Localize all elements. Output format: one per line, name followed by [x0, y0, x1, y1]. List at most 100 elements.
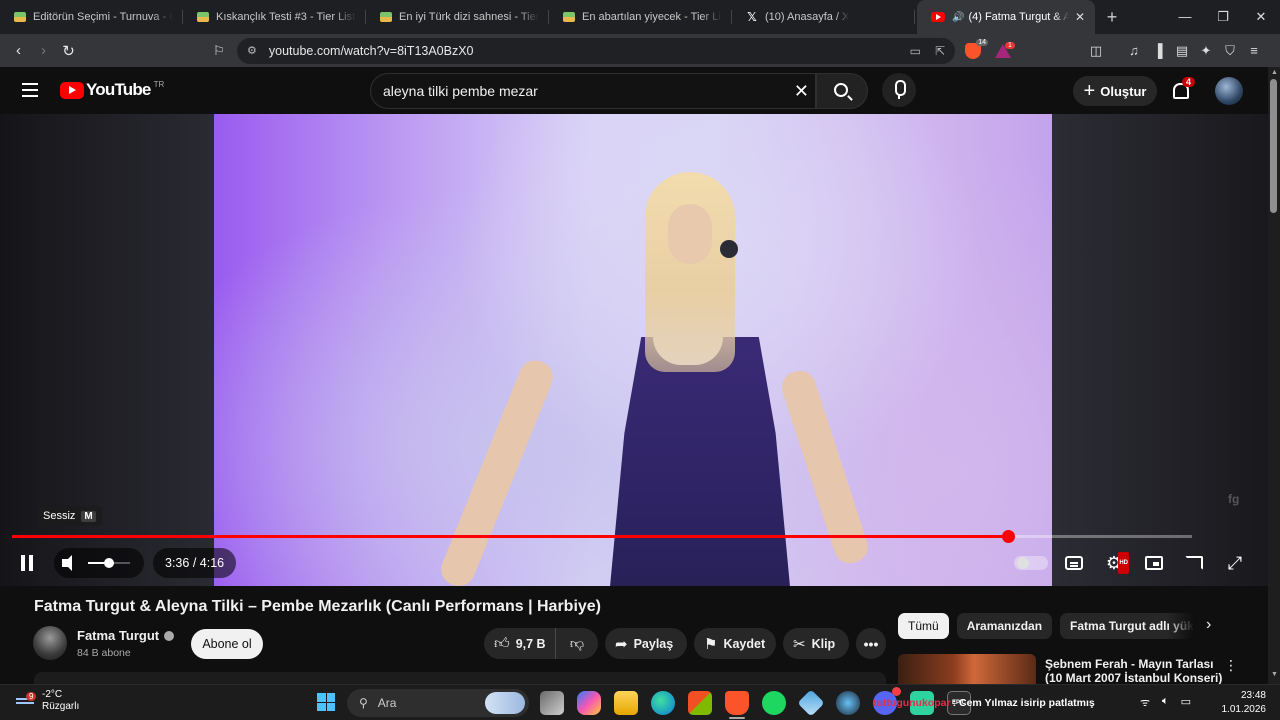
- pause-icon[interactable]: [20, 555, 34, 571]
- taskbar-search-placeholder: Ara: [377, 696, 397, 710]
- minimize-button[interactable]: —: [1166, 9, 1204, 25]
- chip-all[interactable]: Tümü: [898, 613, 949, 639]
- tab-close-icon[interactable]: ✕: [1069, 10, 1085, 24]
- bookmark-icon[interactable]: ⚐: [209, 43, 229, 59]
- spotify-icon[interactable]: [762, 691, 786, 715]
- forward-arrow-icon[interactable]: ›: [31, 42, 56, 59]
- volume-control[interactable]: [54, 548, 144, 578]
- speaker-icon[interactable]: 🔈︎: [1162, 695, 1169, 710]
- edge-browser-icon[interactable]: [651, 691, 675, 715]
- music-icon[interactable]: ♫: [1127, 43, 1141, 59]
- recommended-video-thumbnail[interactable]: [898, 654, 1036, 684]
- back-arrow-icon[interactable]: ‹: [6, 42, 31, 59]
- volume-slider[interactable]: [88, 558, 130, 568]
- brave-rewards-icon[interactable]: 1: [995, 41, 1015, 58]
- player-ambient-right: [1052, 114, 1268, 586]
- file-explorer-icon[interactable]: [614, 691, 638, 715]
- leo-ai-icon[interactable]: ✦: [1199, 43, 1213, 59]
- address-bar[interactable]: ⚙ youtube.com/watch?v=8iT13A0BzX0 ▭ ⇱: [237, 37, 955, 64]
- browser-tab[interactable]: Editörün Seçimi - Turnuva - Quiz: [0, 0, 183, 34]
- create-button[interactable]: + Oluştur: [1073, 76, 1157, 106]
- browser-tab[interactable]: En iyi Türk dizi sahnesi - Tier List: [366, 0, 549, 34]
- sidebar-icon[interactable]: ▐: [1151, 43, 1165, 59]
- share-button[interactable]: ➦ Paylaş: [605, 628, 687, 659]
- progress-bar[interactable]: [12, 530, 1192, 543]
- browser-tab[interactable]: Kıskançlık Testi #3 - Tier List | Kö: [183, 0, 366, 34]
- recommended-video-title[interactable]: Şebnem Ferah - Mayın Tarlası (10 Mart 20…: [1045, 657, 1225, 684]
- chip-from-search[interactable]: Aramanızdan: [956, 613, 1053, 639]
- chip-uploader[interactable]: Fatma Turgut adlı yükleyici: [1060, 613, 1195, 639]
- voice-search-mic-icon[interactable]: [882, 73, 916, 107]
- install-app-icon[interactable]: ▭: [910, 44, 921, 58]
- subtitles-icon[interactable]: [1065, 556, 1083, 570]
- more-actions-button[interactable]: •••: [856, 628, 886, 659]
- settings-gear-icon[interactable]: ⚙ HD: [1101, 552, 1129, 574]
- search-button[interactable]: [816, 73, 868, 109]
- weather-badge: 9: [26, 692, 37, 701]
- scrollbar-thumb[interactable]: [1270, 79, 1277, 213]
- video-player[interactable]: fg: [0, 114, 1268, 586]
- brave-shields-icon[interactable]: 14: [965, 38, 988, 59]
- volume-knob[interactable]: [104, 558, 114, 568]
- clip-button[interactable]: ✂ Klip: [783, 628, 849, 659]
- taskbar-search[interactable]: ⚲ Ara: [347, 689, 529, 717]
- task-view-icon[interactable]: [540, 691, 564, 715]
- battery-icon[interactable]: ▭: [1181, 695, 1191, 710]
- chips-next-chevron-icon[interactable]: ›: [1206, 616, 1211, 634]
- tab-audio-icon[interactable]: 🔊: [952, 12, 964, 23]
- steam-icon[interactable]: [836, 691, 860, 715]
- reload-icon[interactable]: ↻: [56, 42, 81, 60]
- wallet-icon[interactable]: ▤: [1175, 43, 1189, 59]
- restore-button[interactable]: ❐: [1204, 9, 1242, 25]
- clear-search-icon[interactable]: ✕: [794, 81, 809, 102]
- description-box[interactable]: [34, 672, 886, 684]
- tooltip-shortcut-key: M: [81, 510, 96, 522]
- dislike-button[interactable]: 👎︎: [556, 635, 598, 652]
- channel-name-link[interactable]: Fatma Turgut: [77, 628, 175, 643]
- fullscreen-icon[interactable]: ⤢: [1222, 552, 1248, 574]
- browser-tab[interactable]: En abartılan yiyecek - Tier List, K: [549, 0, 732, 34]
- scroll-up-arrow-icon[interactable]: ▲: [1271, 69, 1278, 76]
- wifi-icon[interactable]: ᯤ: [1140, 695, 1150, 710]
- browser-tab-active[interactable]: 🔊 (4) Fatma Turgut & Aleyna ✕: [917, 0, 1095, 34]
- autoplay-toggle[interactable]: [1014, 556, 1048, 570]
- weather-widget[interactable]: 9 -2°C Rüzgarlı: [16, 689, 79, 713]
- channel-avatar[interactable]: [33, 626, 67, 660]
- theater-mode-icon[interactable]: [1145, 556, 1163, 570]
- search-input[interactable]: aleyna tilki pembe mezar ✕: [370, 73, 816, 109]
- video-frame[interactable]: [214, 114, 1052, 586]
- progress-scrubber[interactable]: [1001, 530, 1015, 543]
- recommended-video-menu-icon[interactable]: ⋮: [1224, 657, 1238, 674]
- channel-watermark[interactable]: fg: [1228, 492, 1254, 512]
- screenshot-icon[interactable]: ◫: [1089, 43, 1103, 59]
- page-scrollbar[interactable]: ▲ ▼: [1268, 67, 1280, 684]
- hamburger-menu-icon[interactable]: [22, 83, 38, 101]
- vpn-icon[interactable]: ⛉: [1223, 43, 1237, 59]
- new-tab-button[interactable]: +: [1095, 7, 1129, 28]
- account-avatar[interactable]: [1215, 77, 1243, 105]
- microphone-prop: [720, 240, 738, 258]
- close-window-button[interactable]: ✕: [1242, 9, 1280, 25]
- copilot-icon[interactable]: [577, 691, 601, 715]
- site-info-icon[interactable]: ⚙: [247, 44, 257, 57]
- like-button[interactable]: 👍︎ 9,7 B: [484, 628, 556, 659]
- taskbar-clock[interactable]: 23:48 1.01.2026: [1220, 689, 1267, 717]
- time-total: 4:16: [199, 556, 225, 570]
- subscribe-button[interactable]: Abone ol: [191, 629, 263, 659]
- notification-ticker[interactable]: tuttugunukopar : Cem Yılmaz isirip patla…: [873, 693, 1115, 713]
- menu-icon[interactable]: ≡: [1247, 43, 1261, 59]
- recommended-video[interactable]: Şebnem Ferah - Mayın Tarlası (10 Mart 20…: [898, 654, 1268, 684]
- cast-icon[interactable]: [1185, 556, 1203, 570]
- app-extension-icon[interactable]: [797, 689, 825, 717]
- browser-tab[interactable]: 𝕏 (10) Anasayfa / X: [732, 0, 915, 34]
- volume-speaker-icon[interactable]: [62, 555, 72, 571]
- microsoft-store-icon[interactable]: [688, 691, 712, 715]
- scroll-down-arrow-icon[interactable]: ▼: [1271, 671, 1278, 678]
- notifications-bell-icon[interactable]: 4: [1171, 77, 1196, 99]
- youtube-logo[interactable]: YouTube TR: [60, 80, 164, 100]
- share-page-icon[interactable]: ⇱: [935, 44, 945, 58]
- windows-start-icon[interactable]: [317, 693, 335, 711]
- shields-count: 14: [976, 38, 988, 46]
- brave-browser-icon[interactable]: [725, 691, 749, 719]
- save-button[interactable]: ⚑ Kaydet: [694, 628, 776, 659]
